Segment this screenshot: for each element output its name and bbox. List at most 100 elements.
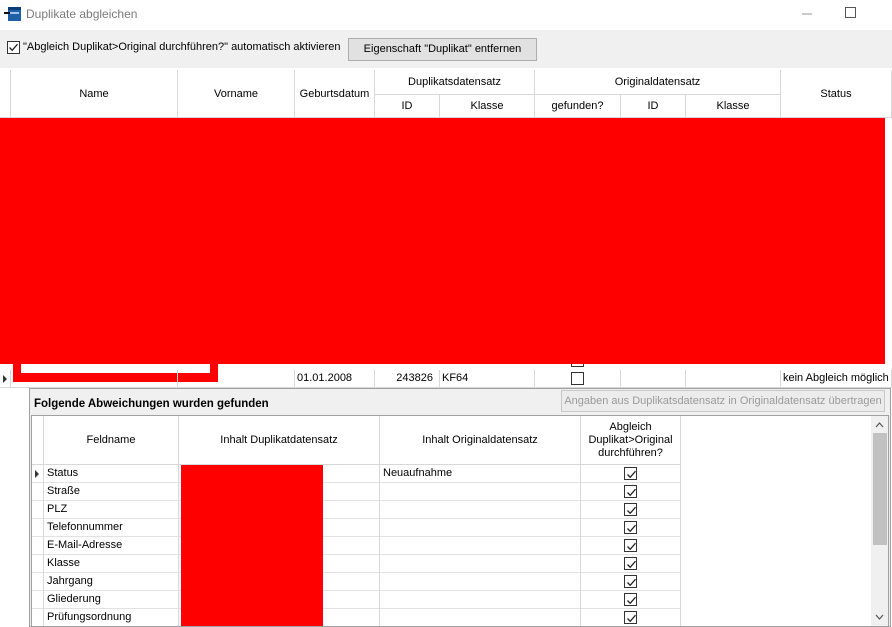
abgleich-checkbox[interactable] xyxy=(624,539,637,552)
abgleich-checkbox[interactable] xyxy=(624,503,637,516)
abgleich-checkbox[interactable] xyxy=(624,557,637,570)
row-selector xyxy=(32,609,44,626)
transfer-button[interactable]: Angaben aus Duplikatsdatensatz in Origin… xyxy=(561,390,885,412)
column-header-geburtsdatum[interactable]: Geburtsdatum xyxy=(295,70,375,118)
current-row[interactable]: 01.01.2008 243826 KF64 kein Abgleich mög… xyxy=(0,370,892,388)
detail-original-cell[interactable] xyxy=(380,591,581,609)
cell-gefunden[interactable] xyxy=(535,370,621,388)
column-header-vorname[interactable]: Vorname xyxy=(178,70,295,118)
title-bar: Duplikate abgleichen xyxy=(0,0,892,30)
detail-abgleich-cell[interactable] xyxy=(581,483,681,501)
detail-abgleich-cell[interactable] xyxy=(581,519,681,537)
detail-original-cell[interactable] xyxy=(380,573,581,591)
cell-vorname[interactable] xyxy=(178,370,295,388)
row-selector xyxy=(32,483,44,501)
detail-row[interactable]: E-Mail-Adresse xyxy=(32,537,681,555)
detail-row[interactable]: Gliederung xyxy=(32,591,681,609)
detail-row-header-corner xyxy=(32,416,44,465)
detail-feldname-cell[interactable]: Gliederung xyxy=(44,591,179,609)
detail-original-cell[interactable] xyxy=(380,537,581,555)
abgleich-checkbox[interactable] xyxy=(624,521,637,534)
column-group-duplikatsdatensatz: Duplikatsdatensatz xyxy=(375,70,535,95)
detail-grid: Feldname Inhalt Duplikatdatensatz Inhalt… xyxy=(31,415,889,627)
auto-activate-label[interactable]: "Abgleich Duplikat>Original durchführen?… xyxy=(23,41,341,53)
row-selector xyxy=(32,501,44,519)
abgleich-checkbox[interactable] xyxy=(624,593,637,606)
row-selector xyxy=(32,573,44,591)
detail-feldname-cell[interactable]: Prüfungsordnung xyxy=(44,609,179,626)
auto-activate-checkbox[interactable] xyxy=(7,41,20,54)
detail-original-cell[interactable]: Neuaufnahme xyxy=(380,465,581,483)
abgleich-checkbox[interactable] xyxy=(624,611,637,624)
scrollbar-thumb[interactable] xyxy=(873,433,887,545)
minimize-button[interactable] xyxy=(790,0,824,28)
gefunden-checkbox[interactable] xyxy=(571,372,584,385)
detail-row[interactable]: Klasse xyxy=(32,555,681,573)
checkbox-partial xyxy=(571,364,584,367)
row-selector xyxy=(32,555,44,573)
detail-feldname-cell[interactable]: Telefonnummer xyxy=(44,519,179,537)
detail-feldname-cell[interactable]: E-Mail-Adresse xyxy=(44,537,179,555)
maximize-button[interactable] xyxy=(838,0,872,28)
detail-row[interactable]: Telefonnummer xyxy=(32,519,681,537)
cell-orig-id[interactable] xyxy=(621,370,686,388)
detail-row[interactable]: PLZ xyxy=(32,501,681,519)
detail-row[interactable]: Jahrgang xyxy=(32,573,681,591)
detail-row[interactable]: Status Neuaufnahme xyxy=(32,465,681,483)
column-group-originaldatensatz: Originaldatensatz xyxy=(535,70,781,95)
detail-header-feldname[interactable]: Feldname xyxy=(44,416,179,465)
column-header-orig-id[interactable]: ID xyxy=(621,95,686,118)
detail-original-cell[interactable] xyxy=(380,483,581,501)
cell-dup-id[interactable]: 243826 xyxy=(375,370,440,388)
cell-orig-klasse[interactable] xyxy=(686,370,781,388)
detail-title: Folgende Abweichungen wurden gefunden xyxy=(34,398,269,410)
detail-header-abgleich[interactable]: Abgleich Duplikat>Original durchführen? xyxy=(581,416,681,465)
detail-feldname-cell[interactable]: Jahrgang xyxy=(44,573,179,591)
toolbar: "Abgleich Duplikat>Original durchführen?… xyxy=(0,30,892,68)
detail-original-cell[interactable] xyxy=(380,609,581,626)
row-selector xyxy=(32,537,44,555)
abgleich-checkbox[interactable] xyxy=(624,485,637,498)
detail-original-cell[interactable] xyxy=(380,501,581,519)
detail-abgleich-cell[interactable] xyxy=(581,555,681,573)
row-header-corner xyxy=(0,70,11,118)
column-header-orig-klasse[interactable]: Klasse xyxy=(686,95,781,118)
detail-row[interactable]: Prüfungsordnung xyxy=(32,609,681,626)
main-grid: Name Vorname Geburtsdatum Duplikatsdaten… xyxy=(0,70,892,388)
detail-feldname-cell[interactable]: Klasse xyxy=(44,555,179,573)
remove-duplicate-property-button[interactable]: Eigenschaft "Duplikat" entfernen xyxy=(348,38,537,61)
column-header-name[interactable]: Name xyxy=(11,70,178,118)
detail-abgleich-cell[interactable] xyxy=(581,591,681,609)
column-header-status[interactable]: Status xyxy=(781,70,892,118)
cell-geburtsdatum[interactable]: 01.01.2008 xyxy=(295,370,375,388)
detail-original-cell[interactable] xyxy=(380,519,581,537)
abgleich-checkbox[interactable] xyxy=(624,467,637,480)
cell-status[interactable]: kein Abgleich möglich xyxy=(781,370,892,388)
abgleich-checkbox[interactable] xyxy=(624,575,637,588)
detail-feldname-cell[interactable]: Status xyxy=(44,465,179,483)
detail-abgleich-cell[interactable] xyxy=(581,609,681,626)
cell-name[interactable] xyxy=(11,370,178,388)
detail-abgleich-cell[interactable] xyxy=(581,573,681,591)
detail-feldname-cell[interactable]: Straße xyxy=(44,483,179,501)
window-title: Duplikate abgleichen xyxy=(26,7,138,21)
detail-original-cell[interactable] xyxy=(380,555,581,573)
column-header-dup-klasse[interactable]: Klasse xyxy=(440,95,535,118)
cell-dup-klasse[interactable]: KF64 xyxy=(440,370,535,388)
row-selector xyxy=(32,591,44,609)
detail-row[interactable]: Straße xyxy=(32,483,681,501)
column-header-dup-id[interactable]: ID xyxy=(375,95,440,118)
detail-abgleich-cell[interactable] xyxy=(581,537,681,555)
app-icon xyxy=(4,6,22,22)
detail-feldname-cell[interactable]: PLZ xyxy=(44,501,179,519)
detail-abgleich-cell[interactable] xyxy=(581,465,681,483)
row-selector xyxy=(32,519,44,537)
row-selector-arrow-icon xyxy=(0,370,11,388)
column-header-gefunden[interactable]: gefunden? xyxy=(535,95,621,118)
redacted-area xyxy=(181,465,323,626)
detail-header-inhalt-original[interactable]: Inhalt Originaldatensatz xyxy=(380,416,581,465)
detail-header-inhalt-duplikat[interactable]: Inhalt Duplikatdatensatz xyxy=(179,416,380,465)
row-selector-arrow-icon xyxy=(32,465,44,483)
detail-abgleich-cell[interactable] xyxy=(581,501,681,519)
redacted-area xyxy=(0,118,885,364)
